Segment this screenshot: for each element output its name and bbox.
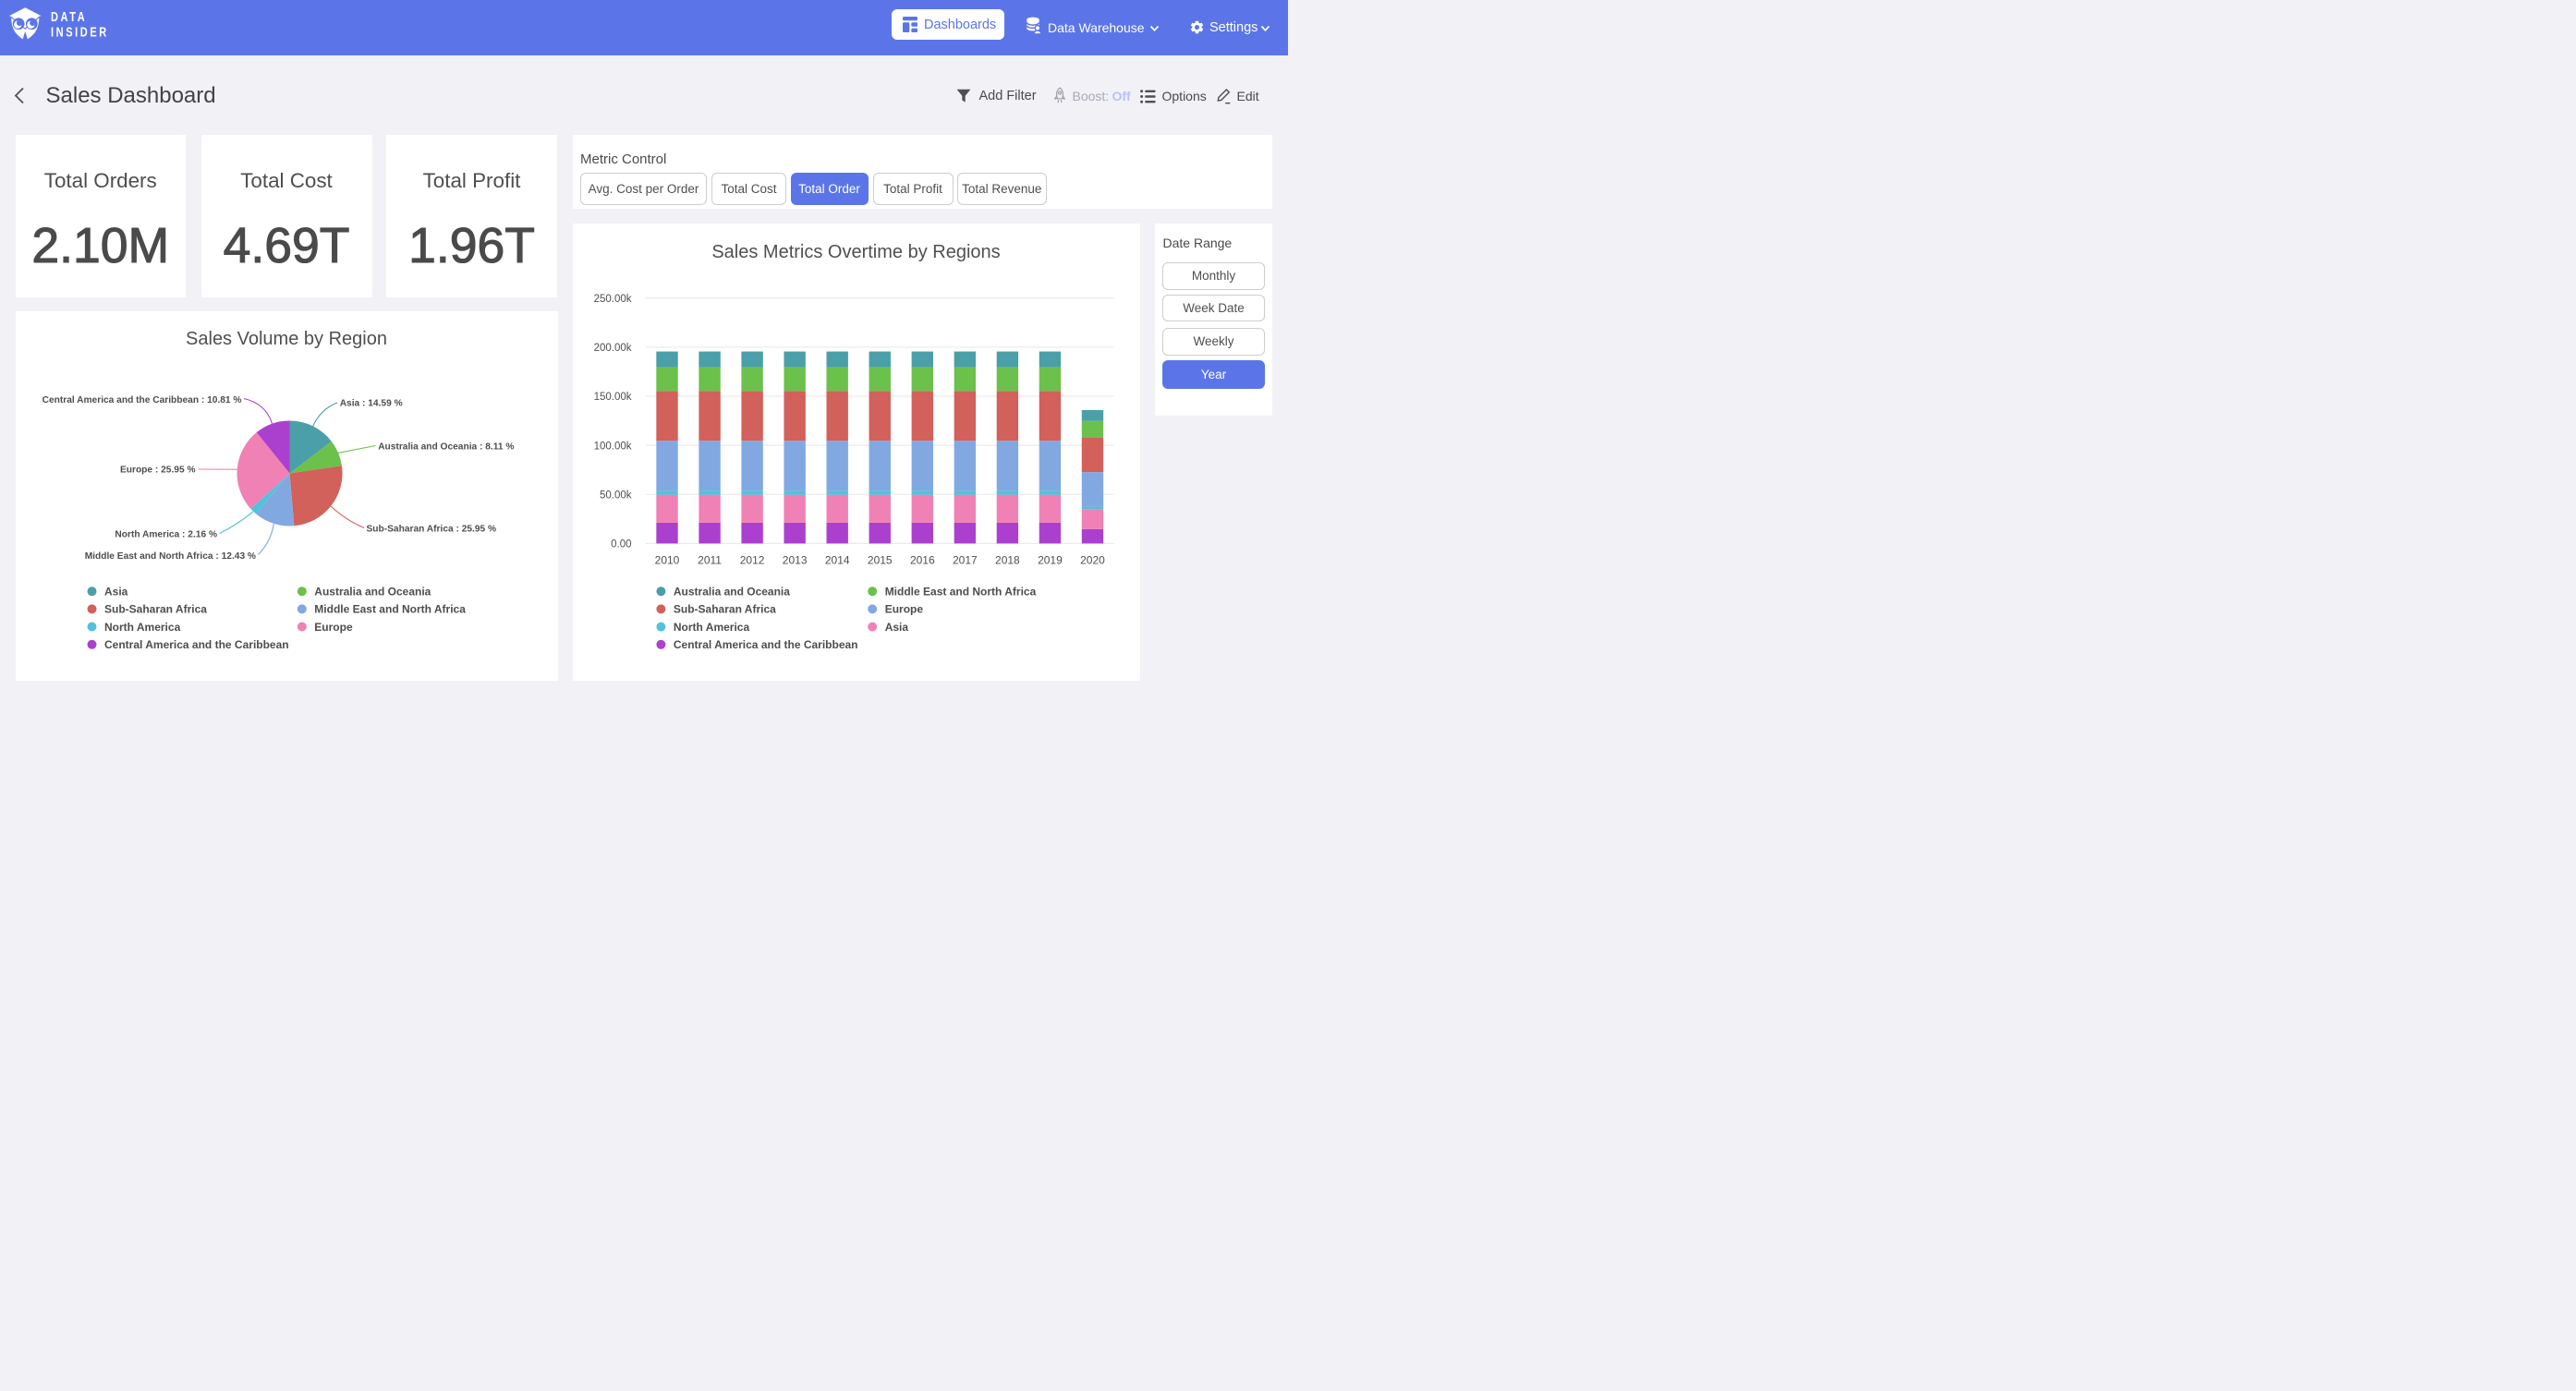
svg-text:Middle East and North Africa :: Middle East and North Africa : 12.43 % — [84, 551, 255, 562]
svg-text:2014: 2014 — [824, 553, 849, 566]
svg-text:North America : 2.16 %: North America : 2.16 % — [115, 529, 217, 539]
svg-text:North America: North America — [673, 620, 749, 633]
svg-text:Central America and the Caribb: Central America and the Caribbean — [673, 638, 857, 651]
svg-text:Asia: Asia — [884, 620, 908, 633]
svg-text:Asia : 14.59 %: Asia : 14.59 % — [339, 398, 402, 408]
svg-text:Australia and Oceania: Australia and Oceania — [314, 585, 431, 598]
svg-text:2011: 2011 — [698, 553, 722, 566]
svg-text:Sub-Saharan Africa : 25.95 %: Sub-Saharan Africa : 25.95 % — [366, 524, 496, 534]
svg-text:250.00k: 250.00k — [593, 293, 631, 304]
svg-text:Europe: Europe — [314, 620, 353, 633]
svg-text:Middle East and North Africa: Middle East and North Africa — [314, 602, 466, 615]
svg-text:0.00: 0.00 — [611, 538, 631, 550]
svg-text:2017: 2017 — [952, 553, 977, 566]
svg-text:150.00k: 150.00k — [593, 392, 631, 403]
svg-text:2015: 2015 — [867, 553, 892, 566]
svg-text:2012: 2012 — [739, 553, 764, 566]
svg-text:2016: 2016 — [909, 553, 934, 566]
svg-text:100.00k: 100.00k — [593, 441, 631, 452]
svg-text:Central America and the Caribb: Central America and the Caribbean — [104, 638, 289, 651]
svg-text:Sub-Saharan Africa: Sub-Saharan Africa — [104, 602, 207, 615]
svg-text:Asia: Asia — [104, 585, 128, 598]
svg-text:Europe: Europe — [884, 602, 923, 615]
svg-text:Sub-Saharan Africa: Sub-Saharan Africa — [673, 602, 775, 615]
svg-text:2020: 2020 — [1080, 553, 1105, 566]
svg-text:2013: 2013 — [782, 553, 807, 566]
svg-text:Middle East and North Africa: Middle East and North Africa — [884, 585, 1036, 598]
svg-text:Central America and the Caribb: Central America and the Caribbean : 10.8… — [42, 395, 241, 405]
svg-text:2018: 2018 — [995, 553, 1020, 566]
svg-text:Europe : 25.95 %: Europe : 25.95 % — [119, 465, 195, 475]
svg-text:2019: 2019 — [1038, 553, 1063, 566]
svg-text:Australia and Oceania : 8.11 %: Australia and Oceania : 8.11 % — [378, 441, 514, 452]
svg-text:2010: 2010 — [654, 553, 679, 566]
svg-text:200.00k: 200.00k — [593, 343, 631, 354]
svg-text:50.00k: 50.00k — [599, 490, 631, 501]
svg-text:North America: North America — [104, 620, 181, 633]
svg-text:Australia and Oceania: Australia and Oceania — [673, 585, 789, 598]
